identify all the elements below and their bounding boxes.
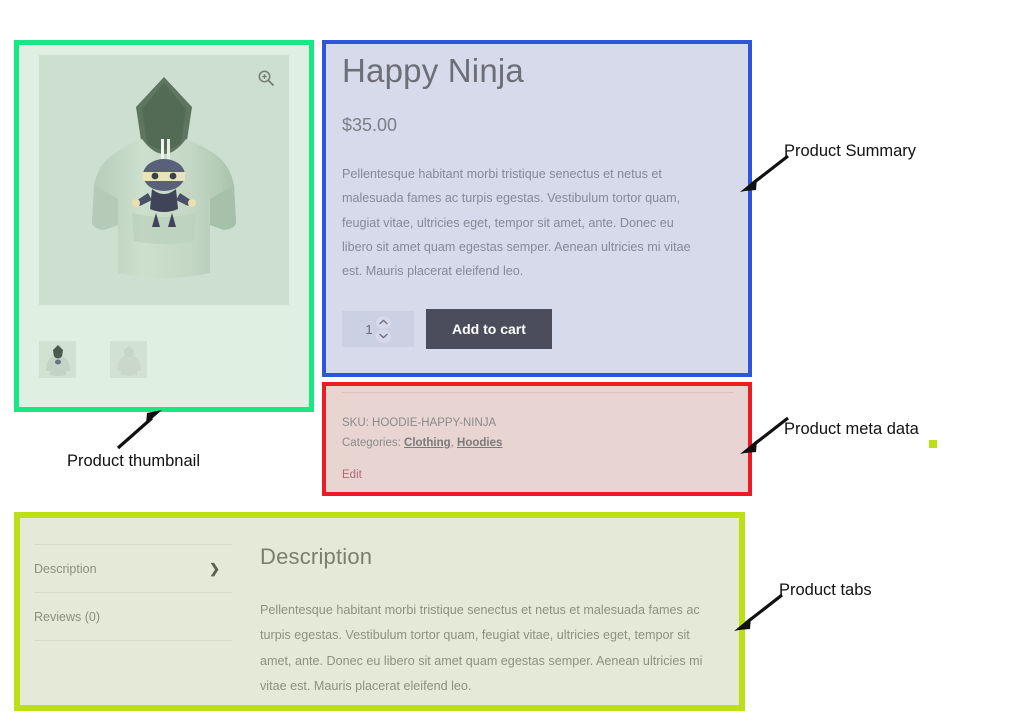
product-meta-region: SKU: HOODIE-HAPPY-NINJA Categories: Clot… bbox=[322, 382, 752, 496]
product-main-image[interactable] bbox=[39, 55, 289, 305]
tab-panel-heading: Description bbox=[260, 544, 709, 570]
product-thumbnail-strip bbox=[39, 341, 147, 378]
quantity-decrement-button[interactable] bbox=[376, 330, 391, 343]
tab-reviews-label: Reviews (0) bbox=[34, 610, 100, 624]
tab-description[interactable]: Description ❯ bbox=[34, 544, 232, 592]
callout-label-product-summary: Product Summary bbox=[784, 142, 916, 161]
tab-list: Description ❯ Reviews (0) bbox=[20, 518, 232, 705]
callout-label-product-thumbnail: Product thumbnail bbox=[67, 452, 200, 471]
product-summary-region: Happy Ninja $35.00 Pellentesque habitant… bbox=[322, 40, 752, 377]
stray-marker bbox=[929, 440, 937, 448]
magnifier-plus-icon[interactable] bbox=[257, 69, 275, 87]
product-short-description: Pellentesque habitant morbi tristique se… bbox=[342, 162, 700, 283]
tab-description-label: Description bbox=[34, 562, 97, 576]
tab-panel-body: Pellentesque habitant morbi tristique se… bbox=[260, 598, 706, 700]
callout-label-product-meta-data: Product meta data bbox=[784, 420, 919, 439]
category-link-clothing[interactable]: Clothing bbox=[404, 437, 451, 449]
quantity-spin-buttons bbox=[376, 316, 391, 343]
callout-arrow-product-thumbnail bbox=[110, 408, 170, 454]
hoodie-illustration bbox=[78, 73, 250, 289]
callout-arrow-product-meta-data bbox=[736, 412, 796, 458]
callout-arrow-product-tabs bbox=[730, 589, 790, 635]
product-tabs-region: Description ❯ Reviews (0) Description Pe… bbox=[14, 512, 745, 711]
chevron-right-icon: ❯ bbox=[209, 561, 220, 577]
hoodie-back-thumbnail[interactable] bbox=[110, 341, 147, 378]
quantity-increment-button[interactable] bbox=[376, 316, 391, 329]
tab-reviews[interactable]: Reviews (0) bbox=[34, 592, 232, 641]
hoodie-front-thumbnail[interactable] bbox=[39, 341, 76, 378]
callout-label-product-tabs: Product tabs bbox=[779, 581, 872, 600]
callout-arrow-product-summary bbox=[736, 150, 796, 196]
tab-panel-description: Description Pellentesque habitant morbi … bbox=[232, 518, 739, 705]
category-link-hoodies[interactable]: Hoodies bbox=[457, 437, 502, 449]
add-to-cart-button[interactable]: Add to cart bbox=[426, 309, 552, 349]
product-price: $35.00 bbox=[342, 115, 734, 136]
product-thumbnail-region bbox=[14, 40, 314, 412]
product-title: Happy Ninja bbox=[342, 50, 734, 91]
product-categories: Categories: Clothing, Hoodies bbox=[342, 433, 734, 453]
edit-product-link[interactable]: Edit bbox=[342, 469, 362, 481]
add-to-cart-form: 1 Add to cart bbox=[342, 309, 734, 349]
product-sku: SKU: HOODIE-HAPPY-NINJA bbox=[342, 413, 734, 433]
quantity-input[interactable]: 1 bbox=[365, 322, 372, 337]
meta-divider bbox=[342, 392, 734, 393]
quantity-stepper[interactable]: 1 bbox=[342, 311, 414, 347]
categories-label: Categories: bbox=[342, 437, 401, 449]
